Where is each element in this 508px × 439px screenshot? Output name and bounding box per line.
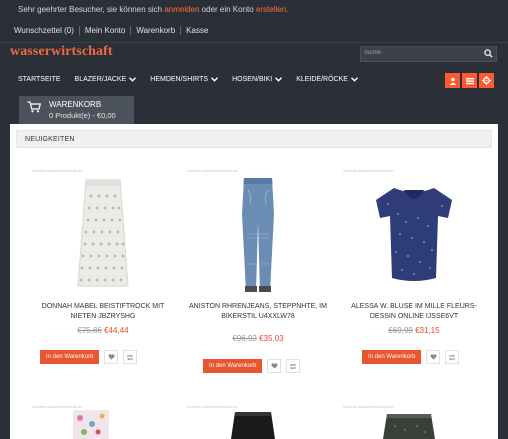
- product-prices: €69,99 €31,15: [339, 326, 489, 335]
- nav-label: HOSEN/BIKI: [232, 76, 273, 83]
- chevron-down-icon: [275, 77, 283, 82]
- product-card-partial: modelle-wasserwirtschaft.de: [28, 404, 178, 439]
- add-to-cart-button[interactable]: In den Warenkorb: [362, 350, 422, 364]
- cart-summary[interactable]: WARENKORB 0 Produkt(e) - €0,00: [19, 96, 134, 124]
- product-image[interactable]: [339, 404, 489, 439]
- header-icon-group: [443, 73, 494, 88]
- product-image[interactable]: [208, 174, 308, 294]
- compare-icon[interactable]: [445, 350, 460, 364]
- product-prices: €96,92 €35,03: [183, 334, 333, 343]
- chevron-down-icon: [211, 77, 219, 82]
- sale-price: €35,03: [259, 334, 284, 343]
- product-card-partial: modelle-wasserwirtschaft.de: [183, 404, 333, 439]
- sale-price: €31,15: [415, 326, 440, 335]
- nav-label: HEMDEN/SHIRTS: [150, 76, 209, 83]
- nav-item-pants[interactable]: HOSEN/BIKI: [232, 76, 283, 83]
- cart-total: 0 Produkt(e) - €0,00: [49, 111, 116, 120]
- watermark: modelle-wasserwirtschaft.de: [187, 168, 238, 173]
- product-card-partial: modelle-wasserwirtschaft.de: [339, 404, 489, 439]
- wishlist-heart-icon[interactable]: [267, 359, 282, 373]
- login-link[interactable]: anmelden: [164, 5, 199, 14]
- product-image[interactable]: [183, 404, 333, 439]
- welcome-message: Sehr geehrter Besucher, sie können sich …: [18, 5, 288, 14]
- section-title: NEUIGKEITEN: [25, 136, 75, 143]
- product-image[interactable]: [364, 174, 464, 294]
- nav-label: KLEIDE/RÖCKE: [296, 76, 348, 83]
- cart-title: WARENKORB: [49, 100, 102, 109]
- welcome-prefix: Sehr geehrter Besucher, sie können sich: [18, 5, 165, 14]
- product-title[interactable]: ALESSA W. BLUSE IM MILLE FLEURS-DESSIN O…: [339, 302, 489, 321]
- my-account-link[interactable]: Mein Konto: [78, 26, 130, 35]
- list-icon[interactable]: [462, 73, 477, 88]
- old-price: €69,99: [388, 326, 413, 335]
- chevron-down-icon: [350, 77, 358, 82]
- checkout-link[interactable]: Kasse: [180, 26, 213, 35]
- user-icon[interactable]: [445, 73, 460, 88]
- product-title[interactable]: DONNAH MABEL BEISTIFTROCK MIT NIETEN JBZ…: [28, 302, 178, 321]
- section-header: NEUIGKEITEN: [16, 130, 492, 148]
- product-prices: €75,86 €44,44: [28, 326, 178, 335]
- quick-links: Wunschzettel (0) Mein Konto Warenkorb Ka…: [14, 26, 213, 35]
- nav-item-blazer[interactable]: BLAZER/JACKE: [75, 76, 137, 83]
- welcome-middle: oder ein Konto: [199, 5, 256, 14]
- add-to-cart-button[interactable]: In den Warenkorb: [40, 350, 100, 364]
- top-bar: Sehr geehrter Besucher, sie können sich …: [0, 0, 508, 42]
- cart-link[interactable]: Warenkorb: [130, 26, 180, 35]
- product-actions: In den Warenkorb: [40, 350, 138, 364]
- shopping-cart-icon: [27, 101, 42, 115]
- old-price: €96,92: [232, 334, 257, 343]
- site-logo[interactable]: wasserwirtschaft: [10, 44, 113, 60]
- product-card: modelle-wasserwirtschaft.de DONNAH MABEL…: [28, 168, 178, 368]
- product-card: modelle-wasserwirtschaft.de ANISTON RHRE…: [183, 168, 333, 378]
- product-actions: In den Warenkorb: [203, 359, 301, 373]
- main-navigation: STARTSEITE BLAZER/JACKE HEMDEN/SHIRTS HO…: [0, 66, 508, 94]
- nav-item-shirts[interactable]: HEMDEN/SHIRTS: [150, 76, 219, 83]
- wishlist-heart-icon[interactable]: [104, 350, 119, 364]
- compare-icon[interactable]: [286, 359, 301, 373]
- watermark: modelle-wasserwirtschaft.de: [343, 168, 394, 173]
- sale-price: €44,44: [104, 326, 129, 335]
- product-actions: In den Warenkorb: [362, 350, 460, 364]
- watermark: modelle-wasserwirtschaft.de: [32, 168, 83, 173]
- brand-row: wasserwirtschaft: [0, 42, 508, 65]
- nav-label: STARTSEITE: [18, 76, 61, 83]
- compare-icon[interactable]: [123, 350, 138, 364]
- register-link[interactable]: erstellen.: [256, 5, 288, 14]
- content-panel: NEUIGKEITEN modelle-wasserwirtschaft.de: [10, 124, 498, 439]
- search-box: [360, 46, 497, 62]
- product-image[interactable]: [28, 404, 178, 439]
- old-price: €75,86: [77, 326, 102, 335]
- wishlist-link[interactable]: Wunschzettel (0): [14, 26, 79, 35]
- add-to-cart-button[interactable]: In den Warenkorb: [203, 359, 263, 373]
- product-title[interactable]: ANISTON RHRENJEANS, STEPPNHTE, IM BIKERS…: [183, 302, 333, 321]
- nav-item-dresses[interactable]: KLEIDE/RÖCKE: [296, 76, 358, 83]
- search-input[interactable]: [364, 50, 482, 56]
- search-icon[interactable]: [484, 49, 493, 60]
- nav-label: BLAZER/JACKE: [74, 76, 127, 83]
- settings-icon[interactable]: [479, 73, 494, 88]
- chevron-down-icon: [129, 77, 137, 82]
- wishlist-heart-icon[interactable]: [426, 350, 441, 364]
- product-image[interactable]: [53, 174, 153, 294]
- nav-item-home[interactable]: STARTSEITE: [18, 76, 61, 83]
- product-card: modelle-wasserwirtschaft.de ALESSA W. BL…: [339, 168, 489, 368]
